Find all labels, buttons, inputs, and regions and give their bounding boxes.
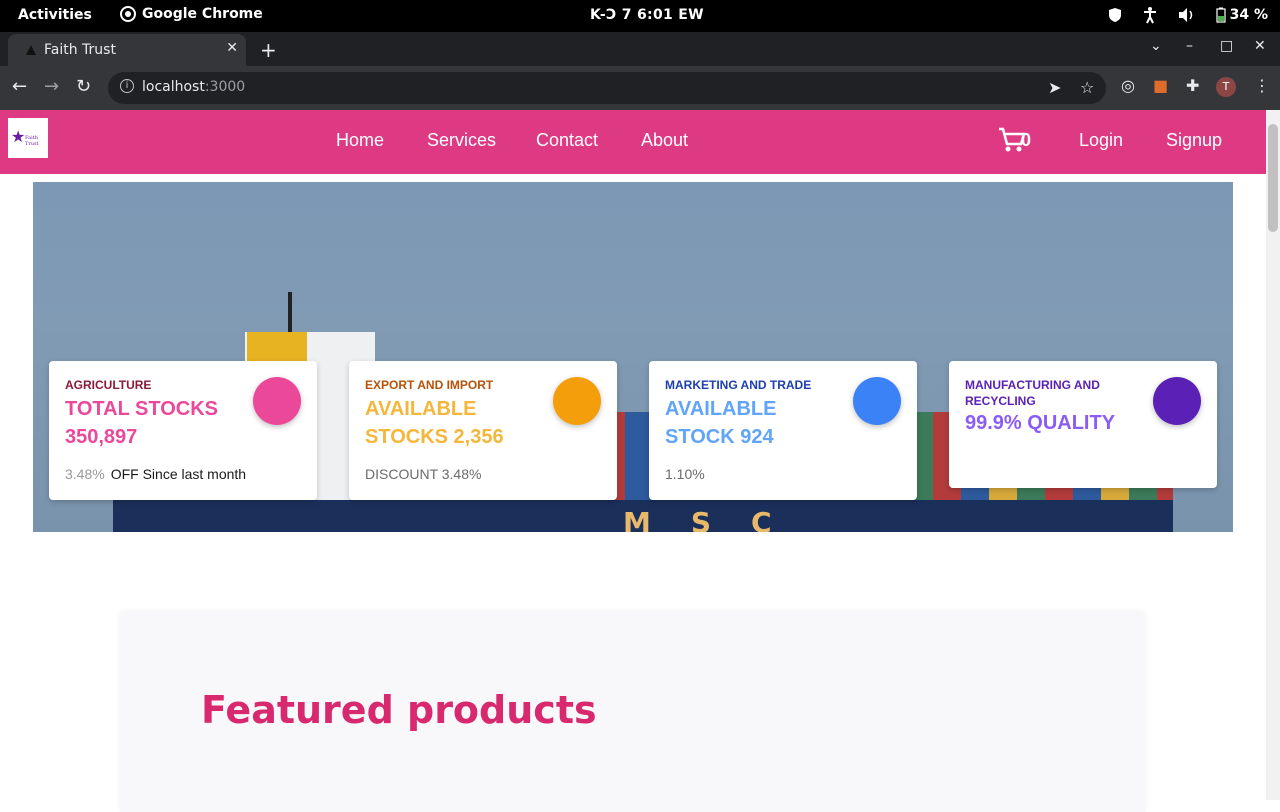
card-headline: 99.9% QUALITY (965, 412, 1116, 434)
login-link[interactable]: Login (1079, 130, 1123, 151)
url-text[interactable]: localhost:3000 (142, 79, 245, 95)
logo-star-icon: ★ (11, 127, 26, 146)
reload-icon[interactable]: ↻ (76, 76, 91, 97)
nav-home[interactable]: Home (336, 130, 384, 151)
activities-button[interactable]: Activities (18, 7, 92, 23)
accessibility-icon (1143, 7, 1156, 24)
close-window-icon[interactable]: ✕ (1254, 38, 1266, 54)
app-menu[interactable]: Google Chrome (120, 6, 263, 22)
card-circle-icon (1153, 377, 1201, 425)
send-tab-icon[interactable]: ➤ (1048, 78, 1061, 97)
back-icon[interactable]: ← (12, 76, 27, 97)
logo-text: Faith Trust (25, 135, 39, 147)
tab-title: Faith Trust (44, 42, 116, 58)
site-info-icon[interactable]: i (120, 79, 134, 93)
chrome-icon (120, 6, 136, 22)
minimize-icon[interactable]: – (1186, 38, 1193, 54)
stat-card-export-import: EXPORT AND IMPORT AVAILABLE STOCKS 2,356… (349, 361, 617, 500)
card-footer: 3.48% OFF Since last month (65, 466, 247, 482)
battery-percent: 34 % (1229, 7, 1268, 23)
extensions-puzzle-icon[interactable]: ✚ (1186, 76, 1199, 95)
profile-avatar[interactable]: T (1216, 77, 1236, 97)
card-headline: AVAILABLE STOCKS 2,356 (365, 398, 504, 448)
signup-link[interactable]: Signup (1166, 130, 1222, 151)
card-category: EXPORT AND IMPORT (365, 378, 494, 392)
tab-faith-trust[interactable]: Faith Trust ✕ (8, 34, 246, 66)
featured-title: Featured products (201, 688, 597, 732)
scrollbar-thumb[interactable] (1268, 124, 1278, 232)
app-name: Google Chrome (142, 6, 263, 22)
stat-card-manufacturing: MANUFACTURING AND RECYCLING 99.9% QUALIT… (949, 361, 1217, 488)
tab-strip: Faith Trust ✕ (0, 32, 1280, 66)
card-headline: AVAILABLE STOCK 924 (665, 398, 777, 448)
forward-icon[interactable]: → (44, 76, 59, 97)
card-circle-icon (853, 377, 901, 425)
card-category: MANUFACTURING AND RECYCLING (965, 378, 1100, 408)
new-tab-button[interactable]: + (260, 38, 277, 62)
battery-icon (1216, 7, 1226, 23)
featured-section: Featured products (120, 612, 1145, 812)
battery-indicator: 34 % (1216, 7, 1268, 23)
extension-fox-icon[interactable]: ■ (1153, 76, 1168, 95)
tab-close-icon[interactable]: ✕ (226, 40, 238, 56)
ship-bridge (247, 332, 307, 364)
chrome-menu-icon[interactable]: ⋮ (1254, 76, 1270, 95)
site-logo[interactable]: ★ Faith Trust (8, 118, 48, 158)
card-category: AGRICULTURE (65, 378, 152, 392)
nav-contact[interactable]: Contact (536, 130, 598, 151)
hull-lettering: MSC (623, 506, 812, 532)
system-top-bar: Activities Google Chrome K-Ↄ 7 6:01 EW 3… (0, 0, 1280, 32)
nav-services[interactable]: Services (427, 130, 496, 151)
stat-card-agriculture: AGRICULTURE TOTAL STOCKS 350,897 3.48% OF… (49, 361, 317, 500)
card-headline: TOTAL STOCKS 350,897 (65, 398, 218, 448)
volume-icon (1178, 8, 1192, 22)
browser-toolbar: ← → ↻ i localhost:3000 ➤ ☆ (0, 66, 1280, 110)
extension-target-icon[interactable]: ◎ (1121, 76, 1135, 95)
shield-icon (1108, 8, 1121, 22)
address-bar[interactable]: i localhost:3000 ➤ ☆ (108, 72, 1106, 104)
site-header: ★ Faith Trust Home Services Contact Abou… (0, 110, 1280, 174)
maximize-icon[interactable]: □ (1220, 38, 1233, 54)
cart-count-badge[interactable]: 0 (1021, 130, 1031, 151)
system-tray[interactable]: 34 % (1108, 6, 1268, 24)
card-circle-icon (553, 377, 601, 425)
nav-about[interactable]: About (641, 130, 688, 151)
card-category: MARKETING AND TRADE (665, 378, 812, 392)
stat-card-marketing-trade: MARKETING AND TRADE AVAILABLE STOCK 924 … (649, 361, 917, 500)
card-footer: DISCOUNT 3.48% (365, 466, 482, 482)
bookmark-star-icon[interactable]: ☆ (1080, 78, 1094, 97)
clock[interactable]: K-Ↄ 7 6:01 EW (590, 7, 704, 23)
tab-search-icon[interactable]: ⌄ (1150, 38, 1162, 54)
favicon-icon (26, 45, 36, 55)
card-footer: 1.10% (665, 466, 705, 482)
card-circle-icon (253, 377, 301, 425)
